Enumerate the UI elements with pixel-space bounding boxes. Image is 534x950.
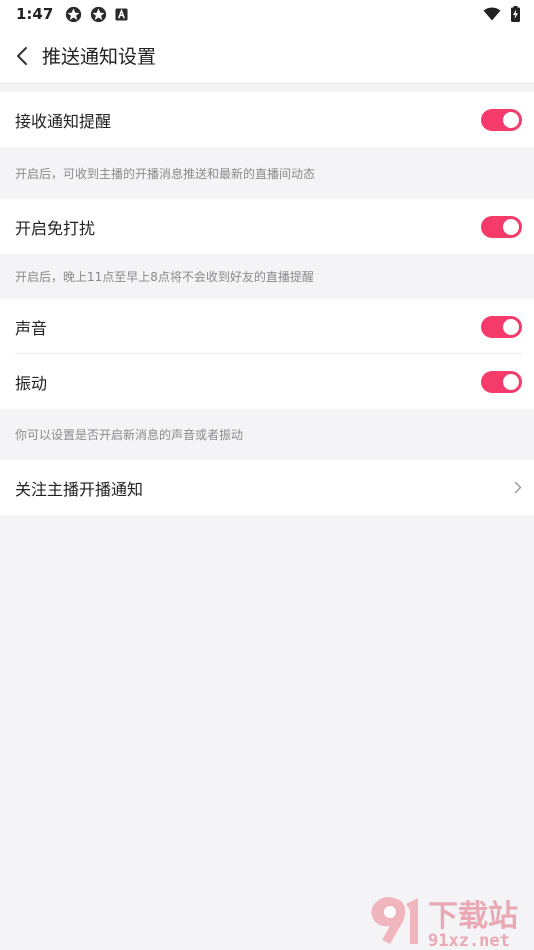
sound-label: 声音 <box>15 318 48 338</box>
toggle-knob <box>503 373 519 390</box>
dnd-label: 开启免打扰 <box>15 218 96 238</box>
receive-notification-hint: 开启后，可收到主播的开播消息推送和最新的直播间动态 <box>15 166 316 181</box>
receive-notification-toggle[interactable] <box>481 108 522 131</box>
receive-notification-row: 接收通知提醒 <box>0 92 534 147</box>
a-box-icon <box>115 7 128 21</box>
app-icon <box>91 6 107 22</box>
back-button[interactable] <box>2 28 42 84</box>
status-time: 1:47 <box>16 5 54 23</box>
sound-row: 声音 <box>0 299 534 354</box>
vibrate-row: 振动 <box>0 354 534 409</box>
status-icons-left <box>65 6 128 23</box>
follow-group: 关注主播开播通知 <box>0 460 534 515</box>
vibrate-toggle[interactable] <box>481 370 522 393</box>
page-title: 推送通知设置 <box>42 46 157 68</box>
receive-notification-label: 接收通知提醒 <box>15 111 112 131</box>
status-icons-right <box>483 6 520 22</box>
chevron-left-icon <box>17 46 27 65</box>
toggle-knob <box>503 218 519 235</box>
sound-vibrate-hint: 你可以设置是否开启新消息的声音或者振动 <box>15 428 244 442</box>
toggle-knob <box>503 111 519 128</box>
sound-toggle[interactable] <box>481 315 522 338</box>
dnd-group: 开启免打扰 <box>0 199 534 254</box>
toggle-knob <box>503 318 519 335</box>
chevron-right-icon <box>514 481 522 494</box>
status-bar: 1:47 <box>0 0 534 28</box>
dnd-hint: 开启后，晚上11点至早上8点将不会收到好友的直播提醒 <box>15 270 314 284</box>
follow-notification-label: 关注主播开播通知 <box>15 479 144 499</box>
receive-group: 接收通知提醒 <box>0 92 534 147</box>
watermark-logo: 下载站 91xz.net <box>371 897 518 950</box>
watermark-text-top: 下载站 <box>428 899 518 934</box>
battery-charging-icon <box>511 6 520 22</box>
follow-notification-row[interactable]: 关注主播开播通知 <box>0 460 534 515</box>
nav-bar: 推送通知设置 <box>0 28 534 84</box>
wifi-icon <box>483 7 501 21</box>
sound-vibrate-group: 声音 振动 <box>0 299 534 409</box>
watermark-text-bottom: 91xz.net <box>428 931 510 950</box>
dnd-toggle[interactable] <box>481 215 522 238</box>
dnd-row: 开启免打扰 <box>0 199 534 254</box>
vibrate-label: 振动 <box>15 373 48 393</box>
app-icon <box>66 6 82 22</box>
